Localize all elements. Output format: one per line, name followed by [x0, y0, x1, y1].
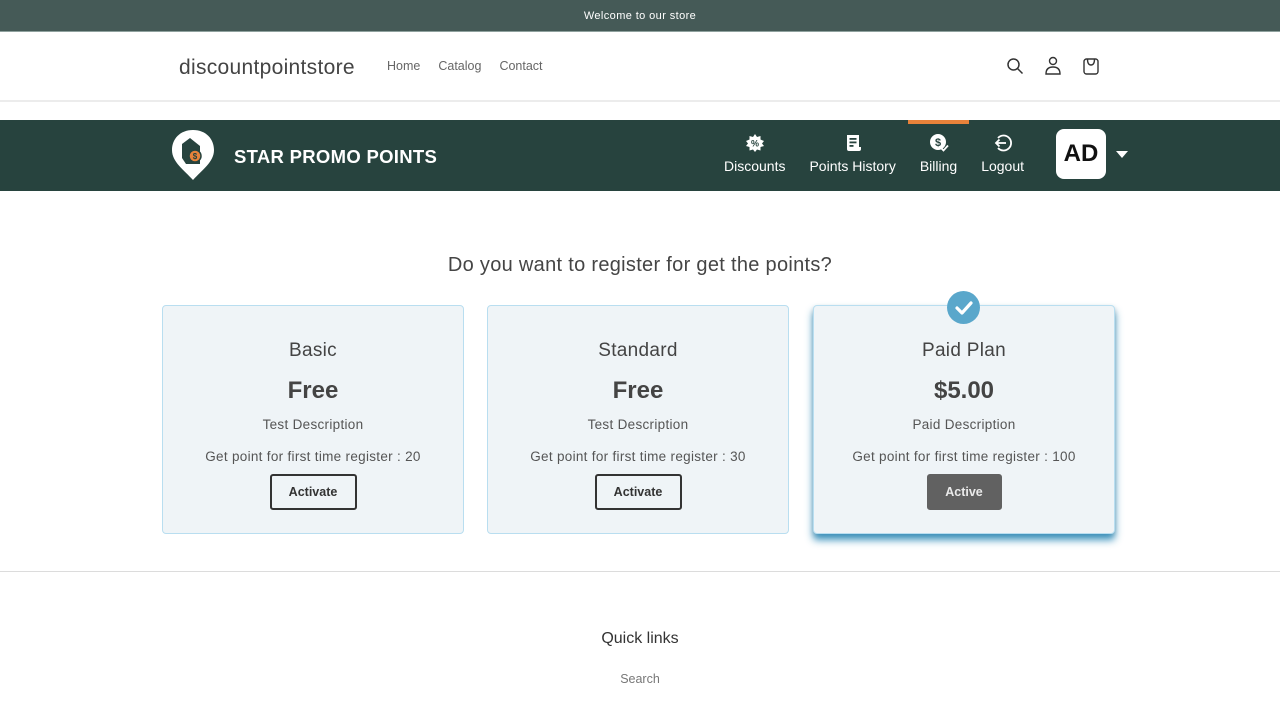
footer-link-search[interactable]: Search — [620, 672, 660, 686]
app-logo-icon: $ — [170, 128, 216, 182]
plan-price: Free — [287, 377, 339, 404]
logout-icon — [992, 132, 1014, 154]
plan-register-points: Get point for first time register : 30 — [530, 449, 746, 464]
billing-dollar-icon: $ — [928, 132, 950, 154]
quick-links-title: Quick links — [601, 630, 679, 647]
search-icon[interactable] — [1005, 55, 1025, 77]
app-nav-points-history-label: Points History — [809, 158, 896, 174]
app-nav-logout-label: Logout — [981, 158, 1025, 174]
app-nav-billing[interactable]: $ Billing — [907, 120, 970, 191]
header-divider — [0, 100, 1280, 102]
plan-name: Standard — [598, 340, 678, 361]
announcement-text: Welcome to our store — [583, 9, 697, 22]
activate-button[interactable]: Activate — [594, 474, 682, 510]
store-logo[interactable]: discountpointstore — [179, 56, 355, 80]
app-bar: $ STAR PROMO POINTS % Discounts Points H… — [0, 120, 1280, 191]
discount-badge-icon: % — [744, 132, 766, 154]
register-question: Do you want to register for get the poin… — [447, 254, 833, 276]
selected-check-icon — [947, 291, 980, 324]
nav-home[interactable]: Home — [387, 59, 420, 73]
nav-catalog[interactable]: Catalog — [438, 59, 481, 73]
plan-register-points: Get point for first time register : 20 — [205, 449, 421, 464]
receipt-icon — [842, 132, 864, 154]
plan-name: Paid Plan — [921, 340, 1007, 361]
app-nav-billing-label: Billing — [919, 158, 958, 174]
quick-links: Search — [0, 672, 1280, 686]
app-nav: % Discounts Points History $ Billing Log… — [712, 120, 1036, 191]
plan-name: Basic — [289, 340, 337, 361]
plan-price: $5.00 — [933, 377, 995, 404]
announcement-bar: Welcome to our store — [0, 0, 1280, 32]
app-nav-discounts[interactable]: % Discounts — [712, 120, 797, 191]
plan-card-standard: Standard Free Test Description Get point… — [487, 305, 789, 534]
app-title: STAR PROMO POINTS — [234, 146, 438, 167]
plan-description: Paid Description — [912, 417, 1016, 432]
plan-description: Test Description — [262, 417, 364, 432]
plan-card-paid: Paid Plan $5.00 Paid Description Get poi… — [813, 305, 1115, 534]
footer-divider — [0, 571, 1280, 572]
cart-icon[interactable] — [1081, 55, 1101, 77]
chevron-down-icon[interactable] — [1116, 151, 1128, 158]
active-plan-button[interactable]: Active — [926, 474, 1002, 510]
app-nav-discounts-label: Discounts — [724, 158, 786, 174]
user-avatar[interactable]: AD — [1056, 129, 1106, 179]
plan-price: Free — [612, 377, 664, 404]
svg-text:$: $ — [934, 137, 940, 149]
svg-text:$: $ — [193, 152, 198, 161]
plan-register-points: Get point for first time register : 100 — [852, 449, 1076, 464]
header-icons — [1005, 55, 1101, 77]
account-icon[interactable] — [1043, 55, 1063, 77]
app-nav-points-history[interactable]: Points History — [797, 120, 907, 191]
store-nav: Home Catalog Contact — [387, 59, 543, 73]
plan-card-basic: Basic Free Test Description Get point fo… — [162, 305, 464, 534]
nav-contact[interactable]: Contact — [499, 59, 542, 73]
svg-text:%: % — [751, 139, 759, 149]
plan-description: Test Description — [587, 417, 689, 432]
app-nav-logout[interactable]: Logout — [969, 120, 1036, 191]
activate-button[interactable]: Activate — [269, 474, 357, 510]
